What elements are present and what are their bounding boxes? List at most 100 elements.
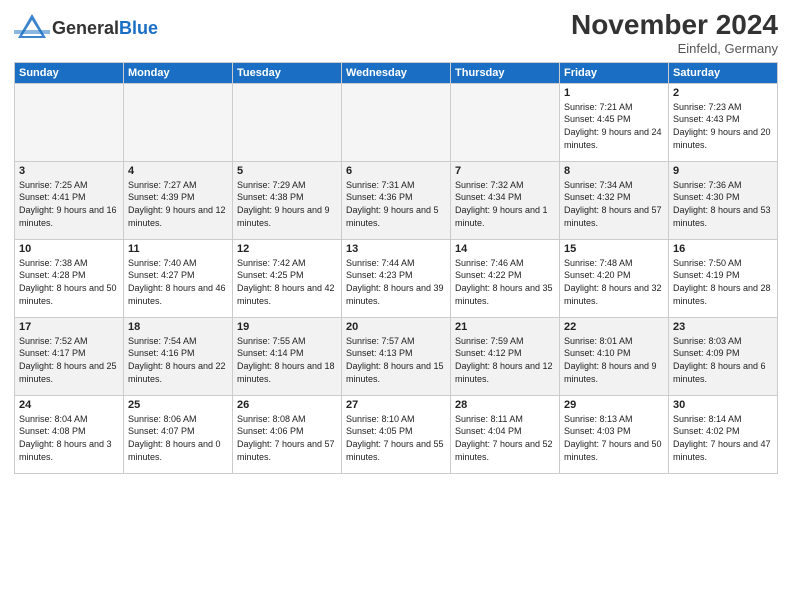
day-info: Sunrise: 7:21 AM Sunset: 4:45 PM Dayligh…: [564, 101, 664, 151]
calendar-cell: 11Sunrise: 7:40 AM Sunset: 4:27 PM Dayli…: [124, 239, 233, 317]
day-info: Sunrise: 7:44 AM Sunset: 4:23 PM Dayligh…: [346, 257, 446, 307]
day-number: 14: [455, 243, 555, 255]
day-number: 5: [237, 165, 337, 177]
day-info: Sunrise: 7:59 AM Sunset: 4:12 PM Dayligh…: [455, 335, 555, 385]
day-info: Sunrise: 7:31 AM Sunset: 4:36 PM Dayligh…: [346, 179, 446, 229]
day-info: Sunrise: 8:11 AM Sunset: 4:04 PM Dayligh…: [455, 413, 555, 463]
calendar-table: SundayMondayTuesdayWednesdayThursdayFrid…: [14, 62, 778, 474]
calendar-cell: 4 Sunrise: 7:27 AM Sunset: 4:39 PM Daylig…: [124, 161, 233, 239]
calendar-cell: 21 Sunrise: 7:59 AM Sunset: 4:12 PM Dayli…: [451, 317, 560, 395]
calendar-cell: 23Sunrise: 8:03 AM Sunset: 4:09 PM Dayli…: [669, 317, 778, 395]
day-number: 12: [237, 243, 337, 255]
day-number: 18: [128, 321, 228, 333]
day-number: 7: [455, 165, 555, 177]
day-info: Sunrise: 7:52 AM Sunset: 4:17 PM Dayligh…: [19, 335, 119, 385]
day-info: Sunrise: 7:42 AM Sunset: 4:25 PM Dayligh…: [237, 257, 337, 307]
day-info: Sunrise: 8:03 AM Sunset: 4:09 PM Dayligh…: [673, 335, 773, 385]
day-number: 3: [19, 165, 119, 177]
day-number: 11: [128, 243, 228, 255]
month-title: November 2024: [571, 10, 778, 41]
weekday-header-thursday: Thursday: [451, 62, 560, 83]
day-number: 27: [346, 399, 446, 411]
day-info: Sunrise: 7:55 AM Sunset: 4:14 PM Dayligh…: [237, 335, 337, 385]
day-info: Sunrise: 7:50 AM Sunset: 4:19 PM Dayligh…: [673, 257, 773, 307]
calendar-cell: 29 Sunrise: 8:13 AM Sunset: 4:03 PM Dayli…: [560, 395, 669, 473]
day-number: 10: [19, 243, 119, 255]
page-container: GeneralBlue November 2024 Einfeld, Germa…: [0, 0, 792, 612]
day-number: 19: [237, 321, 337, 333]
day-info: Sunrise: 7:25 AM Sunset: 4:41 PM Dayligh…: [19, 179, 119, 229]
calendar-cell: 19 Sunrise: 7:55 AM Sunset: 4:14 PM Dayli…: [233, 317, 342, 395]
day-info: Sunrise: 7:34 AM Sunset: 4:32 PM Dayligh…: [564, 179, 664, 229]
calendar-cell: 5 Sunrise: 7:29 AM Sunset: 4:38 PM Daylig…: [233, 161, 342, 239]
calendar-cell: 25 Sunrise: 8:06 AM Sunset: 4:07 PM Dayli…: [124, 395, 233, 473]
calendar-cell: 7 Sunrise: 7:32 AM Sunset: 4:34 PM Daylig…: [451, 161, 560, 239]
day-info: Sunrise: 7:29 AM Sunset: 4:38 PM Dayligh…: [237, 179, 337, 229]
weekday-header-saturday: Saturday: [669, 62, 778, 83]
day-info: Sunrise: 8:06 AM Sunset: 4:07 PM Dayligh…: [128, 413, 228, 463]
calendar-cell: 16 Sunrise: 7:50 AM Sunset: 4:19 PM Dayli…: [669, 239, 778, 317]
logo: GeneralBlue: [14, 10, 158, 46]
logo-icon: [14, 10, 50, 46]
day-number: 16: [673, 243, 773, 255]
calendar-cell: 27Sunrise: 8:10 AM Sunset: 4:05 PM Dayli…: [342, 395, 451, 473]
day-info: Sunrise: 7:23 AM Sunset: 4:43 PM Dayligh…: [673, 101, 773, 151]
day-info: Sunrise: 7:57 AM Sunset: 4:13 PM Dayligh…: [346, 335, 446, 385]
calendar-cell: 17Sunrise: 7:52 AM Sunset: 4:17 PM Dayli…: [15, 317, 124, 395]
weekday-header-wednesday: Wednesday: [342, 62, 451, 83]
day-number: 2: [673, 87, 773, 99]
day-info: Sunrise: 8:08 AM Sunset: 4:06 PM Dayligh…: [237, 413, 337, 463]
page-header: GeneralBlue November 2024 Einfeld, Germa…: [14, 10, 778, 56]
calendar-cell: 9Sunrise: 7:36 AM Sunset: 4:30 PM Daylig…: [669, 161, 778, 239]
day-number: 15: [564, 243, 664, 255]
title-block: November 2024 Einfeld, Germany: [571, 10, 778, 56]
calendar-cell: 10 Sunrise: 7:38 AM Sunset: 4:28 PM Dayli…: [15, 239, 124, 317]
day-info: Sunrise: 8:14 AM Sunset: 4:02 PM Dayligh…: [673, 413, 773, 463]
calendar-cell: 14Sunrise: 7:46 AM Sunset: 4:22 PM Dayli…: [451, 239, 560, 317]
day-number: 9: [673, 165, 773, 177]
calendar-cell: 28Sunrise: 8:11 AM Sunset: 4:04 PM Dayli…: [451, 395, 560, 473]
calendar-cell: [15, 83, 124, 161]
day-info: Sunrise: 7:27 AM Sunset: 4:39 PM Dayligh…: [128, 179, 228, 229]
day-number: 26: [237, 399, 337, 411]
day-number: 21: [455, 321, 555, 333]
day-number: 6: [346, 165, 446, 177]
day-number: 30: [673, 399, 773, 411]
day-info: Sunrise: 7:32 AM Sunset: 4:34 PM Dayligh…: [455, 179, 555, 229]
calendar-cell: 1 Sunrise: 7:21 AM Sunset: 4:45 PM Daylig…: [560, 83, 669, 161]
day-number: 20: [346, 321, 446, 333]
calendar-cell: 26 Sunrise: 8:08 AM Sunset: 4:06 PM Dayli…: [233, 395, 342, 473]
calendar-cell: [124, 83, 233, 161]
day-number: 4: [128, 165, 228, 177]
day-number: 25: [128, 399, 228, 411]
calendar-cell: 15 Sunrise: 7:48 AM Sunset: 4:20 PM Dayli…: [560, 239, 669, 317]
week-row-2: 3 Sunrise: 7:25 AM Sunset: 4:41 PM Daylig…: [15, 161, 778, 239]
week-row-5: 24Sunrise: 8:04 AM Sunset: 4:08 PM Dayli…: [15, 395, 778, 473]
day-number: 1: [564, 87, 664, 99]
calendar-cell: 24Sunrise: 8:04 AM Sunset: 4:08 PM Dayli…: [15, 395, 124, 473]
day-number: 29: [564, 399, 664, 411]
calendar-cell: 18 Sunrise: 7:54 AM Sunset: 4:16 PM Dayli…: [124, 317, 233, 395]
logo-text: GeneralBlue: [52, 19, 158, 37]
calendar-cell: 12 Sunrise: 7:42 AM Sunset: 4:25 PM Dayli…: [233, 239, 342, 317]
weekday-header-friday: Friday: [560, 62, 669, 83]
day-info: Sunrise: 8:13 AM Sunset: 4:03 PM Dayligh…: [564, 413, 664, 463]
day-number: 8: [564, 165, 664, 177]
week-row-3: 10 Sunrise: 7:38 AM Sunset: 4:28 PM Dayli…: [15, 239, 778, 317]
location: Einfeld, Germany: [571, 41, 778, 56]
day-info: Sunrise: 7:48 AM Sunset: 4:20 PM Dayligh…: [564, 257, 664, 307]
weekday-header-sunday: Sunday: [15, 62, 124, 83]
calendar-cell: [451, 83, 560, 161]
day-info: Sunrise: 7:54 AM Sunset: 4:16 PM Dayligh…: [128, 335, 228, 385]
calendar-cell: 30 Sunrise: 8:14 AM Sunset: 4:02 PM Dayli…: [669, 395, 778, 473]
calendar-cell: [233, 83, 342, 161]
calendar-cell: 6 Sunrise: 7:31 AM Sunset: 4:36 PM Daylig…: [342, 161, 451, 239]
week-row-4: 17Sunrise: 7:52 AM Sunset: 4:17 PM Dayli…: [15, 317, 778, 395]
day-info: Sunrise: 8:04 AM Sunset: 4:08 PM Dayligh…: [19, 413, 119, 463]
calendar-cell: 2 Sunrise: 7:23 AM Sunset: 4:43 PM Daylig…: [669, 83, 778, 161]
day-number: 22: [564, 321, 664, 333]
calendar-cell: [342, 83, 451, 161]
weekday-header-tuesday: Tuesday: [233, 62, 342, 83]
calendar-cell: 22Sunrise: 8:01 AM Sunset: 4:10 PM Dayli…: [560, 317, 669, 395]
day-info: Sunrise: 7:38 AM Sunset: 4:28 PM Dayligh…: [19, 257, 119, 307]
